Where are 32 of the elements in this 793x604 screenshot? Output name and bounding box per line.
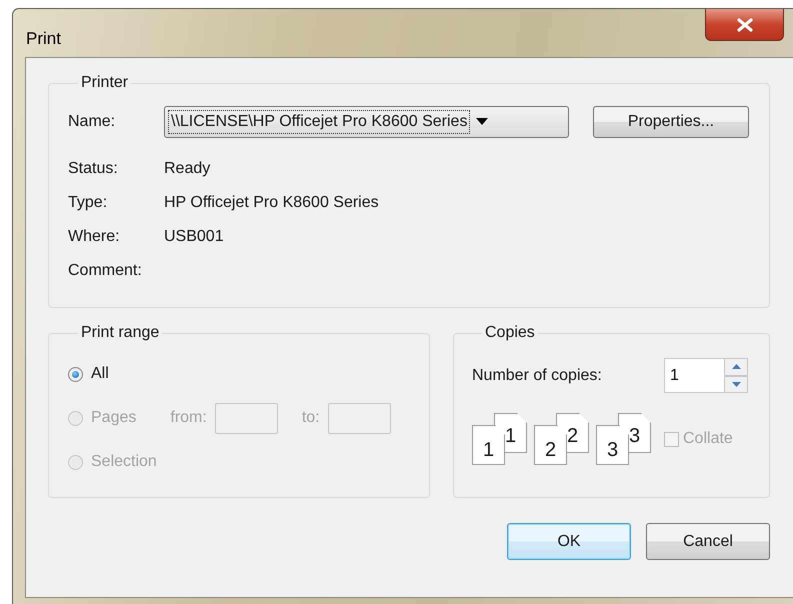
- close-button[interactable]: [705, 9, 784, 41]
- spin-down-button[interactable]: [724, 376, 748, 393]
- field-label: to:: [302, 409, 320, 427]
- window-title: Print: [26, 29, 61, 49]
- field-label: Where:: [68, 228, 121, 246]
- field-label: Status:: [68, 160, 119, 178]
- group-title: Copies: [484, 324, 536, 342]
- spin-up-button[interactable]: [724, 358, 748, 376]
- up-arrow-icon: [732, 364, 740, 370]
- field-label: Comment:: [68, 262, 143, 280]
- down-arrow-icon: [732, 382, 740, 387]
- page-sheet: 1: [472, 425, 505, 465]
- group-title: Print range: [80, 324, 160, 342]
- field-label: Type:: [68, 194, 108, 212]
- close-icon: [736, 18, 754, 32]
- field-label: Number of copies:: [472, 366, 603, 384]
- radio-label[interactable]: All: [91, 365, 109, 383]
- copies-field[interactable]: 1: [664, 358, 724, 393]
- field-value: USB001: [164, 228, 224, 246]
- page-sheet: 3: [596, 425, 629, 465]
- dialog-button[interactable]: OK: [507, 523, 631, 560]
- caret-icon: [476, 118, 488, 126]
- properties-button[interactable]: Properties...: [593, 106, 749, 138]
- field-value: Ready: [164, 160, 210, 178]
- radio-button[interactable]: [68, 366, 83, 382]
- page-sheet: 2: [534, 425, 567, 465]
- group-title: Printer: [80, 74, 130, 92]
- field-value: HP Officejet Pro K8600 Series: [164, 194, 379, 212]
- field-label: Name:: [68, 113, 116, 131]
- dialog-button[interactable]: Cancel: [646, 523, 770, 560]
- field-label: from:: [170, 409, 207, 427]
- printer-dropdown[interactable]: \\LICENSE\HP Officejet Pro K8600 Series: [164, 106, 569, 138]
